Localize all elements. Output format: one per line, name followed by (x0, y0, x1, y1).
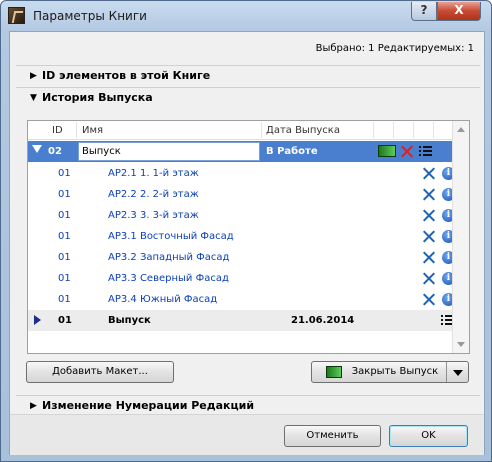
col-divider (413, 122, 414, 138)
row-id: 01 (58, 210, 71, 221)
col-date-header[interactable]: Дата Выпуска (266, 125, 340, 136)
table-row[interactable]: 01 АР3.4 Южный Фасад i (28, 289, 455, 310)
expand-right-icon: ▶ (30, 401, 37, 411)
col-name-header[interactable]: Имя (82, 125, 103, 136)
row-name-link[interactable]: АР3.4 Южный Фасад (108, 294, 217, 305)
table-row-issued[interactable]: 01 Выпуск 21.06.2014 (28, 310, 454, 331)
section-renumber[interactable]: ▶ Изменение Нумерации Редакций (20, 396, 476, 416)
section-ids-label: ID элементов в этой Книге (42, 69, 211, 82)
add-layout-button[interactable]: Добавить Макет... (26, 361, 174, 383)
close-button[interactable]: X (437, 2, 481, 21)
collapse-icon[interactable] (32, 145, 42, 153)
col-divider (433, 122, 434, 138)
list-icon[interactable] (419, 146, 432, 157)
dialog-window: Параметры Книги ? X Выбрано: 1 Редактиру… (0, 0, 492, 462)
expand-right-icon: ▶ (30, 71, 37, 81)
issue-history-grid: ID Имя Дата Выпуска 02 Выпуск В Работе 0… (27, 120, 470, 354)
issue-name-input[interactable]: Выпуск (78, 142, 260, 161)
app-icon (8, 7, 25, 24)
row-id: 01 (58, 252, 71, 263)
row-id: 01 (58, 189, 71, 200)
selection-status: Выбрано: 1 Редактируемых: 1 (315, 43, 474, 54)
row-name-link[interactable]: АР2.1 1. 1-й этаж (108, 168, 199, 179)
col-divider (373, 122, 374, 138)
expand-right-icon[interactable] (34, 315, 41, 325)
row-id: 01 (58, 273, 71, 284)
section-history-label: История Выпуска (42, 91, 153, 104)
col-divider (76, 122, 77, 138)
row-id: 01 (58, 294, 71, 305)
remove-icon[interactable] (422, 293, 435, 306)
row-name-link[interactable]: АР2.2 2. 2-й этаж (108, 189, 199, 200)
row-date: 21.06.2014 (291, 315, 355, 326)
row-name-link[interactable]: АР3.1 Восточный Фасад (108, 231, 234, 242)
remove-icon[interactable] (422, 251, 435, 264)
col-divider (261, 122, 262, 138)
table-row[interactable]: 01 АР3.2 Западный Фасад i (28, 247, 455, 268)
scroll-up-icon[interactable] (457, 127, 465, 132)
table-row[interactable]: 01 АР2.2 2. 2-й этаж i (28, 184, 455, 205)
layout-status-icon[interactable] (378, 145, 396, 157)
table-row[interactable]: 01 АР3.3 Северный Фасад i (28, 268, 455, 289)
section-renumber-label: Изменение Нумерации Редакций (42, 399, 255, 412)
close-issue-label: Закрыть Выпуск (351, 366, 439, 377)
close-issue-button[interactable]: Закрыть Выпуск (311, 361, 469, 383)
ok-button[interactable]: OK (389, 425, 468, 447)
title-bar[interactable]: Параметры Книги ? X (1, 1, 491, 31)
close-issue-icon (326, 366, 342, 378)
remove-icon[interactable] (422, 230, 435, 243)
table-row[interactable]: 01 АР3.1 Восточный Фасад i (28, 226, 455, 247)
remove-icon[interactable] (422, 167, 435, 180)
row-name: Выпуск (108, 315, 151, 326)
window-title: Параметры Книги (33, 9, 147, 23)
dialog-footer: Отменить OK (10, 414, 484, 455)
vertical-scrollbar[interactable] (452, 121, 469, 353)
remove-icon[interactable] (422, 188, 435, 201)
row-name-link[interactable]: АР3.2 Западный Фасад (108, 252, 229, 263)
remove-icon[interactable] (422, 272, 435, 285)
row-id: 01 (58, 231, 71, 242)
scroll-down-icon[interactable] (457, 342, 465, 347)
row-id: 01 (58, 315, 72, 326)
grid-header: ID Имя Дата Выпуска (28, 121, 453, 140)
col-id-header[interactable]: ID (52, 125, 63, 136)
dialog-body: Выбрано: 1 Редактируемых: 1 ▶ ID элемент… (9, 31, 485, 455)
row-name-link[interactable]: АР3.3 Северный Фасад (108, 273, 229, 284)
chevron-down-icon[interactable] (446, 362, 468, 382)
remove-icon[interactable] (422, 209, 435, 222)
row-id: 02 (48, 146, 62, 157)
col-divider (393, 122, 394, 138)
table-row-selected[interactable]: 02 Выпуск В Работе (28, 141, 453, 162)
row-name-link[interactable]: АР2.3 3. 3-й этаж (108, 210, 199, 221)
section-history[interactable]: ▼ История Выпуска (20, 88, 476, 108)
help-button[interactable]: ? (411, 2, 437, 21)
row-id: 01 (58, 168, 71, 179)
delete-icon[interactable] (400, 145, 413, 158)
table-row[interactable]: 01 АР2.3 3. 3-й этаж i (28, 205, 455, 226)
table-row[interactable]: 01 АР2.1 1. 1-й этаж i (28, 163, 455, 184)
cancel-button[interactable]: Отменить (284, 425, 381, 447)
row-date: В Работе (266, 146, 318, 157)
section-ids[interactable]: ▶ ID элементов в этой Книге (20, 66, 476, 86)
expand-down-icon: ▼ (30, 93, 37, 103)
